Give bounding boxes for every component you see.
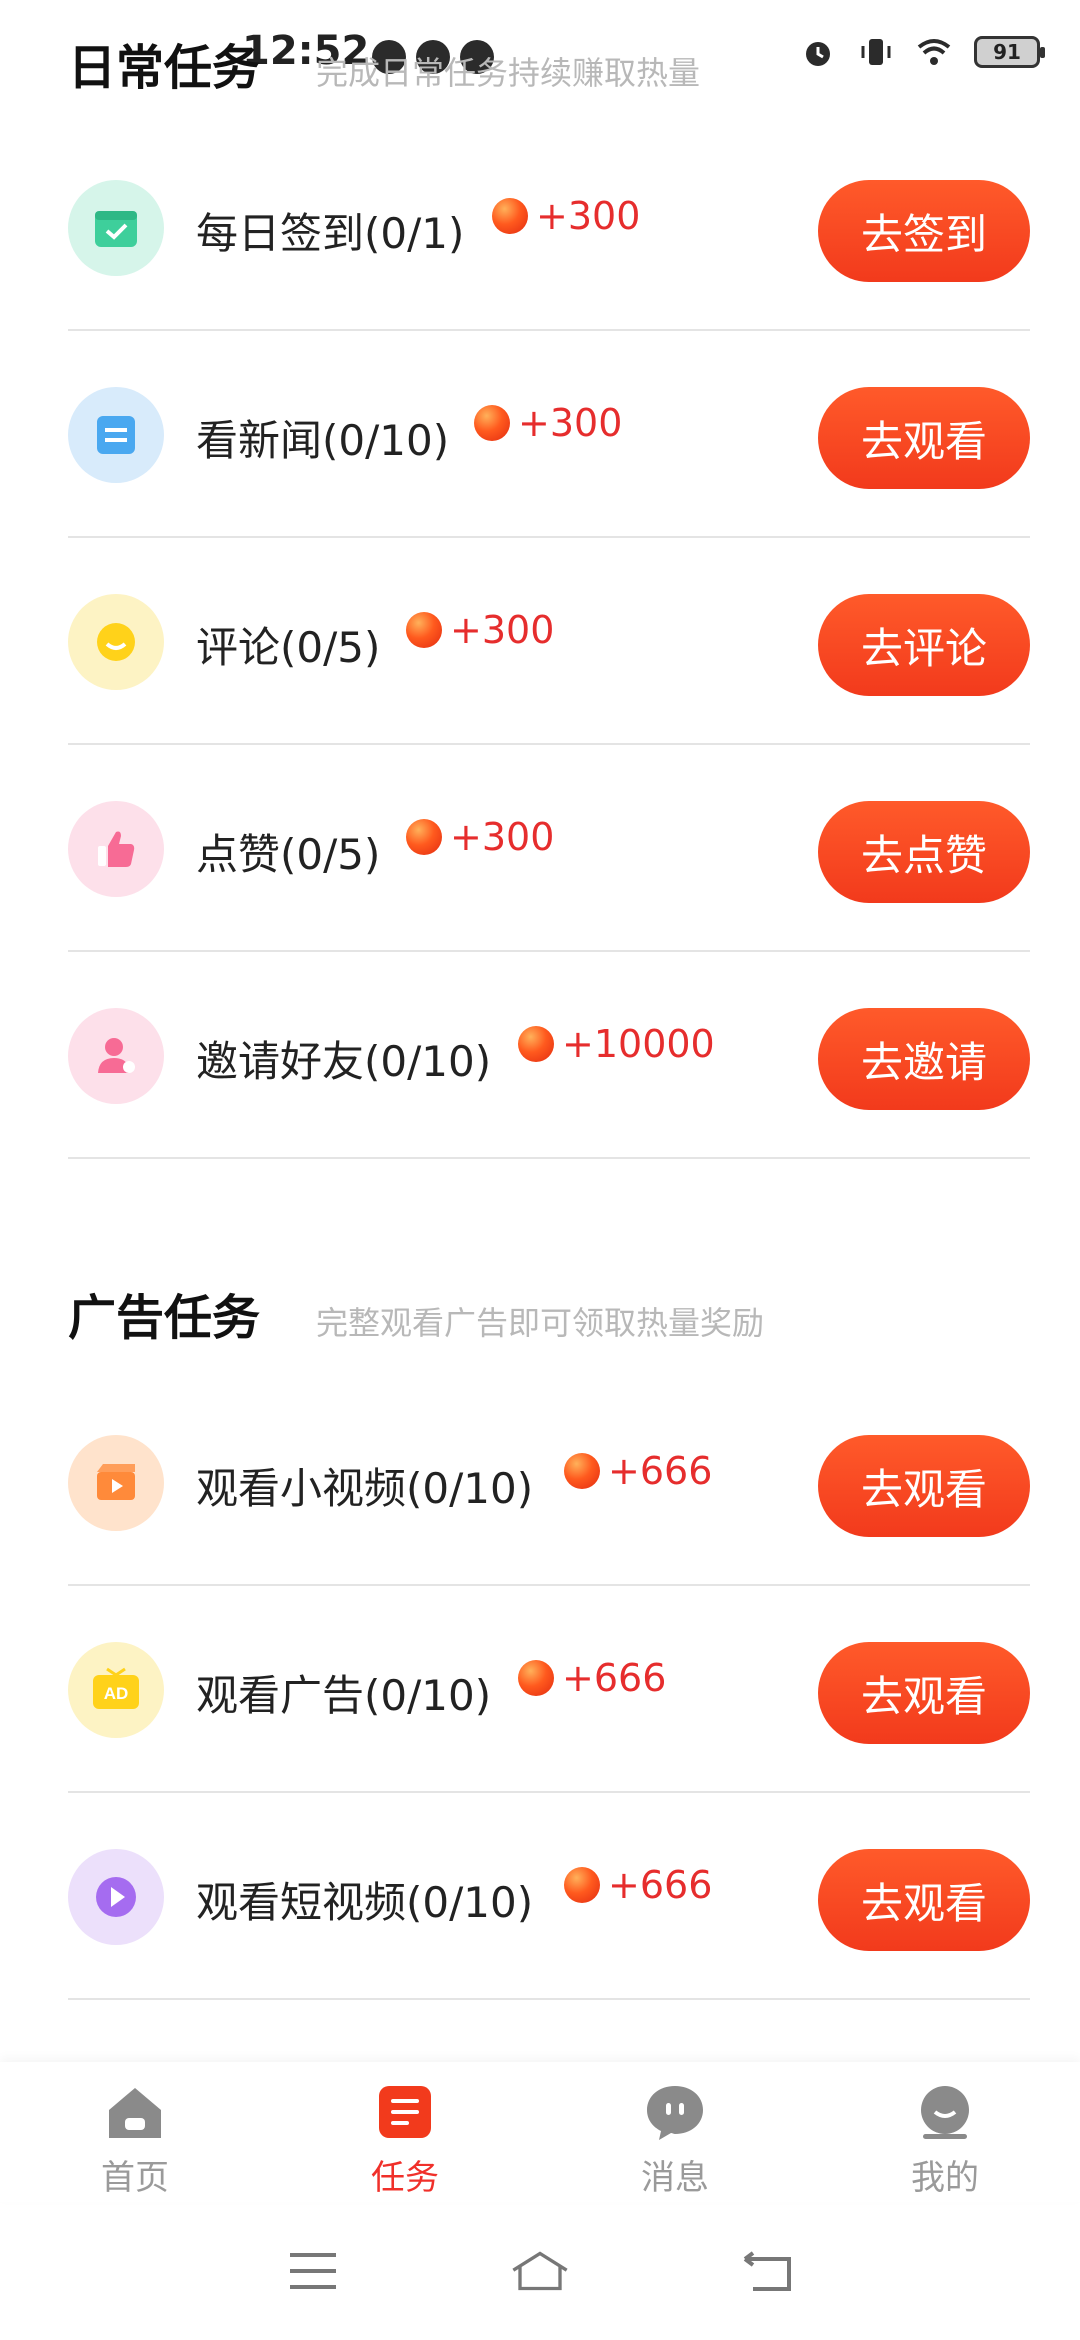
task-row-daily-checkin: 每日签到(0/1) +300 去签到 [68, 124, 1030, 331]
ad-section-subtitle: 完整观看广告即可领取热量奖励 [316, 1304, 765, 1342]
bottom-nav: 首页 任务 消息 我的 [0, 2062, 1080, 2202]
reward-amount: +666 [562, 1656, 667, 1700]
watch-news-button[interactable]: 去观看 [818, 387, 1030, 489]
reward: +300 [406, 608, 554, 652]
nav-label: 首页 [101, 2158, 169, 2198]
reward: +666 [564, 1449, 712, 1493]
nav-label: 我的 [911, 2158, 979, 2198]
nav-item-home[interactable]: 首页 [0, 2062, 270, 2202]
coin-icon [564, 1867, 600, 1903]
comment-icon [68, 594, 164, 690]
daily-section-subtitle: 完成日常任务持续赚取热量 [316, 54, 701, 92]
invite-button[interactable]: 去邀请 [818, 1008, 1030, 1110]
nav-item-messages[interactable]: 消息 [540, 2062, 810, 2202]
system-nav-bar [0, 2202, 1080, 2340]
invite-user-icon [68, 1008, 164, 1104]
coin-icon [492, 198, 528, 234]
task-row-watch-short-video: 观看短视频(0/10) +666 去观看 [68, 1793, 1030, 2000]
nav-item-profile[interactable]: 我的 [810, 2062, 1080, 2202]
reward: +300 [492, 194, 640, 238]
reward-amount: +666 [608, 1449, 713, 1493]
task-row-read-news: 看新闻(0/10) +300 去观看 [68, 331, 1030, 538]
reward: +10000 [518, 1022, 715, 1066]
task-row-invite: 邀请好友(0/10) +10000 去邀请 [68, 952, 1030, 1159]
reward-amount: +666 [608, 1863, 713, 1907]
task-row-like: 点赞(0/5) +300 去点赞 [68, 745, 1030, 952]
nav-label: 消息 [641, 2158, 709, 2198]
back-icon[interactable] [737, 2246, 797, 2296]
reward: +300 [406, 815, 554, 859]
coin-icon [406, 612, 442, 648]
reward: +666 [518, 1656, 666, 1700]
ad-section-header: 广告任务 完整观看广告即可领取热量奖励 [68, 1278, 764, 1348]
news-icon [68, 387, 164, 483]
ad-section-title: 广告任务 [68, 1290, 261, 1346]
reward-amount: +10000 [562, 1022, 715, 1066]
task-name: 观看短视频(0/10) [196, 1878, 534, 1927]
alarm-icon [806, 42, 830, 66]
reward: +666 [564, 1863, 712, 1907]
reward-amount: +300 [450, 815, 555, 859]
task-row-watch-mini-video: 观看小视频(0/10) +666 去观看 [68, 1379, 1030, 1586]
task-name: 邀请好友(0/10) [196, 1037, 492, 1086]
task-name: 评论(0/5) [196, 623, 381, 672]
menu-icon[interactable] [283, 2246, 343, 2296]
nav-item-tasks[interactable]: 任务 [270, 2062, 540, 2202]
reward: +300 [474, 401, 622, 445]
nav-label: 任务 [371, 2158, 439, 2198]
comment-button[interactable]: 去评论 [818, 594, 1030, 696]
reward-amount: +300 [518, 401, 623, 445]
like-button[interactable]: 去点赞 [818, 801, 1030, 903]
checkin-button[interactable]: 去签到 [818, 180, 1030, 282]
daily-section-title: 日常任务 [68, 40, 261, 96]
coin-icon [564, 1453, 600, 1489]
task-row-comment: 评论(0/5) +300 去评论 [68, 538, 1030, 745]
calendar-check-icon [68, 180, 164, 276]
task-name: 看新闻(0/10) [196, 416, 450, 465]
coin-icon [406, 819, 442, 855]
reward-amount: +300 [450, 608, 555, 652]
coin-icon [474, 405, 510, 441]
message-bubble-icon [643, 2080, 707, 2144]
coin-icon [518, 1660, 554, 1696]
daily-section-header: 日常任务 完成日常任务持续赚取热量 [68, 28, 700, 98]
battery-icon: 91 [974, 36, 1045, 68]
home-icon [103, 2080, 167, 2144]
reward-amount: +300 [536, 194, 641, 238]
task-name: 每日签到(0/1) [196, 209, 465, 258]
watch-ad-button[interactable]: 去观看 [818, 1642, 1030, 1744]
svg-text:AD: AD [104, 1684, 129, 1703]
task-name: 点赞(0/5) [196, 830, 381, 879]
status-right: 91 [800, 34, 1045, 70]
task-list-icon [373, 2080, 437, 2144]
task-row-watch-ad: AD 观看广告(0/10) +666 去观看 [68, 1586, 1030, 1793]
coin-icon [518, 1026, 554, 1062]
task-name: 观看小视频(0/10) [196, 1464, 534, 1513]
task-name: 观看广告(0/10) [196, 1671, 492, 1720]
watch-mini-video-button[interactable]: 去观看 [818, 1435, 1030, 1537]
thumbs-up-icon [68, 801, 164, 897]
wifi-icon [917, 39, 951, 65]
profile-face-icon [913, 2080, 977, 2144]
play-circle-icon [68, 1849, 164, 1945]
home-system-icon[interactable] [510, 2246, 570, 2296]
watch-short-video-button[interactable]: 去观看 [818, 1849, 1030, 1951]
ad-tv-icon: AD [68, 1642, 164, 1738]
video-clapper-icon [68, 1435, 164, 1531]
vibrate-icon [861, 39, 891, 65]
